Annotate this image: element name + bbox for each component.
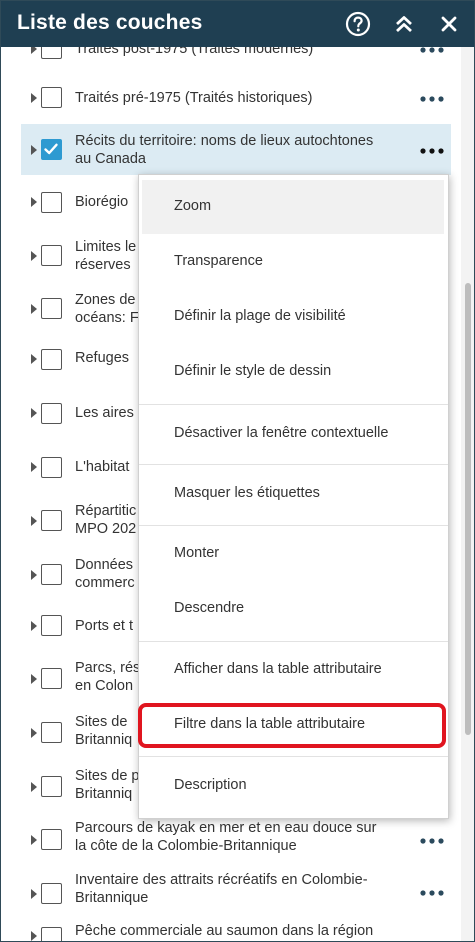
- layer-label: Traités pré-1975 (Traités historiques): [75, 90, 313, 106]
- layer-checkbox[interactable]: [41, 87, 62, 108]
- expand-caret-icon[interactable]: [29, 728, 39, 738]
- layer-checkbox[interactable]: [41, 776, 62, 797]
- expand-caret-icon[interactable]: [29, 621, 39, 631]
- expand-caret-icon[interactable]: [29, 304, 39, 314]
- menu-separator: [139, 404, 448, 405]
- layer-label: Zones de océans: F: [75, 292, 139, 326]
- menu-item-description[interactable]: Description: [142, 759, 444, 813]
- expand-caret-icon[interactable]: [29, 93, 39, 103]
- more-options-icon[interactable]: [419, 836, 445, 846]
- layer-row[interactable]: Traités pré-1975 (Traités historiques): [21, 77, 451, 119]
- layer-label: Données commerc: [75, 557, 135, 591]
- menu-separator: [139, 756, 448, 757]
- list-scrollbar[interactable]: [461, 47, 474, 941]
- layer-label: Refuges: [75, 350, 130, 366]
- expand-caret-icon[interactable]: [29, 516, 39, 526]
- layer-checkbox[interactable]: [41, 668, 62, 689]
- layer-checkbox[interactable]: [41, 615, 62, 636]
- more-options-icon[interactable]: [419, 94, 445, 104]
- layer-label: Sites de Britanniq: [75, 714, 133, 748]
- expand-caret-icon[interactable]: [29, 47, 39, 54]
- layer-label: Sites de p Britanniq: [75, 768, 140, 802]
- layer-checkbox[interactable]: [41, 403, 62, 424]
- expand-caret-icon[interactable]: [29, 145, 39, 155]
- layer-label: Récits du territoire: noms de lieux auto…: [75, 133, 374, 167]
- panel-header: Liste des couches: [1, 1, 474, 47]
- more-options-icon[interactable]: [419, 888, 445, 898]
- layer-checkbox[interactable]: [41, 298, 62, 319]
- menu-item-show-attribute-table[interactable]: Afficher dans la table attributaire: [142, 643, 444, 697]
- layer-list-panel: Liste des couches Traités post-1975 (Tra…: [0, 0, 475, 942]
- layer-label: Traités post-1975 (Traités modernes): [75, 47, 314, 57]
- help-icon: [345, 11, 371, 37]
- close-button[interactable]: [435, 10, 463, 38]
- layer-label: Biorégio: [75, 194, 129, 210]
- layer-checkbox[interactable]: [41, 883, 62, 904]
- expand-caret-icon[interactable]: [29, 462, 39, 472]
- layer-checkbox[interactable]: [41, 927, 62, 941]
- more-options-icon[interactable]: [419, 47, 445, 55]
- menu-item-drawing-style[interactable]: Définir le style de dessin: [142, 345, 444, 399]
- scrollbar-thumb[interactable]: [465, 283, 471, 735]
- layer-checkbox-checked[interactable]: [41, 139, 62, 160]
- layer-checkbox[interactable]: [41, 245, 62, 266]
- layer-label: Ports et t: [75, 618, 134, 634]
- menu-separator: [139, 525, 448, 526]
- layer-label: Les aires: [75, 405, 134, 421]
- highlight-box: [138, 703, 446, 748]
- layer-checkbox[interactable]: [41, 722, 62, 743]
- layer-row-selected[interactable]: Récits du territoire: noms de lieux auto…: [21, 124, 451, 175]
- menu-item-move-down[interactable]: Descendre: [142, 582, 444, 636]
- menu-separator: [139, 464, 448, 465]
- layer-label: Limites le réserves: [75, 239, 137, 273]
- layer-checkbox[interactable]: [41, 564, 62, 585]
- expand-caret-icon[interactable]: [29, 251, 39, 261]
- expand-caret-icon[interactable]: [29, 889, 39, 899]
- layer-checkbox[interactable]: [41, 192, 62, 213]
- layer-checkbox[interactable]: [41, 829, 62, 850]
- expand-caret-icon[interactable]: [29, 408, 39, 418]
- layer-label: Répartitic MPO 202: [75, 503, 137, 537]
- layer-checkbox[interactable]: [41, 47, 62, 59]
- menu-separator: [139, 641, 448, 642]
- panel-title: Liste des couches: [17, 11, 203, 34]
- close-icon: [441, 16, 457, 32]
- layer-label: Parcours de kayak en mer et en eau douce…: [75, 820, 377, 854]
- layer-row[interactable]: Traités post-1975 (Traités modernes): [21, 47, 451, 63]
- expand-caret-icon[interactable]: [29, 197, 39, 207]
- collapse-button[interactable]: [390, 10, 418, 38]
- check-icon: [44, 143, 58, 155]
- menu-item-disable-popup[interactable]: Désactiver la fenêtre contextuelle: [142, 407, 444, 461]
- more-options-icon[interactable]: [419, 146, 445, 156]
- layer-checkbox[interactable]: [41, 510, 62, 531]
- expand-caret-icon[interactable]: [29, 931, 39, 941]
- menu-item-hide-labels[interactable]: Masquer les étiquettes: [142, 467, 444, 521]
- menu-item-visibility-range[interactable]: Définir la plage de visibilité: [142, 290, 444, 344]
- layer-checkbox[interactable]: [41, 457, 62, 478]
- expand-caret-icon[interactable]: [29, 835, 39, 845]
- expand-caret-icon[interactable]: [29, 354, 39, 364]
- menu-item-transparency[interactable]: Transparence: [142, 235, 444, 289]
- layer-label: Inventaire des attraits récréatifs en Co…: [75, 872, 368, 906]
- layer-label: Pêche commerciale au saumon dans la régi…: [75, 923, 374, 939]
- layer-row[interactable]: Parcours de kayak en mer et en eau douce…: [21, 817, 451, 865]
- expand-caret-icon[interactable]: [29, 782, 39, 792]
- layer-label: Parcs, rés en Colon: [75, 660, 141, 694]
- help-button[interactable]: [344, 10, 372, 38]
- collapse-icon: [396, 16, 412, 33]
- layer-row[interactable]: Pêche commerciale au saumon dans la régi…: [21, 917, 451, 941]
- layer-label: L'habitat: [75, 459, 130, 475]
- menu-item-move-up[interactable]: Monter: [142, 527, 444, 581]
- menu-item-zoom[interactable]: Zoom: [142, 180, 444, 234]
- layer-row[interactable]: Inventaire des attraits récréatifs en Co…: [21, 871, 451, 919]
- layer-checkbox[interactable]: [41, 349, 62, 370]
- expand-caret-icon[interactable]: [29, 674, 39, 684]
- expand-caret-icon[interactable]: [29, 570, 39, 580]
